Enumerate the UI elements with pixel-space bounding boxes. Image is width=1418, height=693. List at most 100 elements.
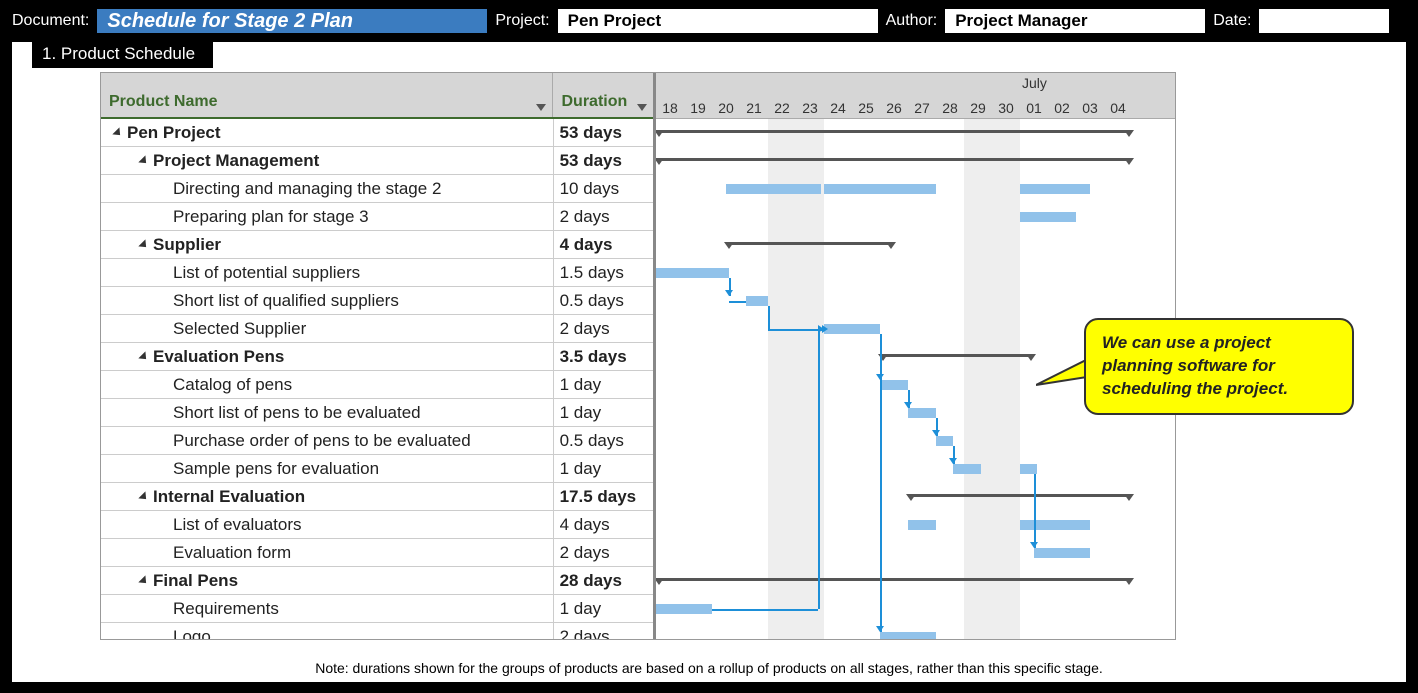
table-row[interactable]: Project Management 53 days	[101, 147, 653, 175]
day-cell: 25	[852, 100, 880, 116]
task-duration: 2 days	[554, 315, 653, 342]
task-duration: 53 days	[554, 147, 653, 174]
task-header: Product Name Duration	[101, 73, 653, 119]
task-duration: 2 days	[554, 539, 653, 566]
task-pane: Product Name Duration Pen Project 53 days…	[101, 73, 656, 639]
collapse-icon[interactable]	[138, 491, 149, 502]
task-duration: 53 days	[554, 119, 653, 146]
summary-bar[interactable]	[726, 242, 894, 245]
table-row[interactable]: Internal Evaluation 17.5 days	[101, 483, 653, 511]
table-row[interactable]: Final Pens 28 days	[101, 567, 653, 595]
task-bar[interactable]	[1034, 548, 1090, 558]
summary-bar[interactable]	[656, 158, 1132, 161]
task-bar[interactable]	[824, 184, 936, 194]
task-bar[interactable]	[656, 604, 712, 614]
day-cell: 02	[1048, 100, 1076, 116]
task-duration: 28 days	[554, 567, 653, 594]
dropdown-icon[interactable]	[637, 104, 647, 111]
day-cell: 27	[908, 100, 936, 116]
table-row[interactable]: Evaluation Pens 3.5 days	[101, 343, 653, 371]
table-row[interactable]: Short list of pens to be evaluated1 day	[101, 399, 653, 427]
table-row[interactable]: Logo2 days	[101, 623, 653, 639]
task-name: Final Pens	[153, 571, 238, 591]
task-bar[interactable]	[880, 632, 936, 639]
task-bar[interactable]	[1020, 464, 1037, 474]
task-duration: 1.5 days	[554, 259, 653, 286]
gantt-header: July 1819202122232425262728293001020304	[656, 73, 1175, 119]
task-bar[interactable]	[908, 520, 936, 530]
task-bar[interactable]	[880, 380, 908, 390]
collapse-icon[interactable]	[112, 127, 123, 138]
task-duration: 17.5 days	[554, 483, 653, 510]
task-duration: 4 days	[554, 231, 653, 258]
task-name: Supplier	[153, 235, 221, 255]
content-area: 1. Product Schedule Product Name Duratio…	[12, 42, 1406, 682]
summary-bar[interactable]	[880, 354, 1034, 357]
task-name: Purchase order of pens to be evaluated	[173, 431, 471, 451]
table-row[interactable]: Pen Project 53 days	[101, 119, 653, 147]
day-cell: 28	[936, 100, 964, 116]
task-name: Requirements	[173, 599, 279, 619]
summary-bar[interactable]	[908, 494, 1132, 497]
page-frame: Document: Schedule for Stage 2 Plan Proj…	[0, 0, 1418, 693]
task-duration: 1 day	[554, 595, 653, 622]
task-name: Evaluation Pens	[153, 347, 284, 367]
day-cell: 30	[992, 100, 1020, 116]
table-row[interactable]: Evaluation form 2 days	[101, 539, 653, 567]
task-duration: 4 days	[554, 511, 653, 538]
project-label: Project:	[495, 12, 549, 30]
date-field[interactable]	[1259, 9, 1389, 33]
table-row[interactable]: Requirements 1 day	[101, 595, 653, 623]
task-bar[interactable]	[1020, 212, 1076, 222]
meta-bar: Document: Schedule for Stage 2 Plan Proj…	[6, 6, 1412, 36]
task-bar[interactable]	[908, 408, 936, 418]
project-field[interactable]: Pen Project	[558, 9, 878, 33]
summary-bar[interactable]	[656, 578, 1132, 581]
collapse-icon[interactable]	[138, 155, 149, 166]
task-duration: 2 days	[554, 623, 653, 639]
task-name: List of evaluators	[173, 515, 302, 535]
task-name: Pen Project	[127, 123, 221, 143]
task-bar[interactable]	[824, 324, 880, 334]
column-product-name-label: Product Name	[109, 93, 217, 111]
task-duration: 3.5 days	[554, 343, 653, 370]
task-bar[interactable]	[953, 464, 981, 474]
column-duration[interactable]: Duration	[553, 73, 653, 117]
task-name: Internal Evaluation	[153, 487, 305, 507]
table-row[interactable]: Directing and managing the stage 210 day…	[101, 175, 653, 203]
day-cell: 24	[824, 100, 852, 116]
author-field[interactable]: Project Manager	[945, 9, 1205, 33]
task-bar[interactable]	[936, 436, 953, 446]
day-cell: 03	[1076, 100, 1104, 116]
task-bar[interactable]	[746, 296, 768, 306]
collapse-icon[interactable]	[138, 239, 149, 250]
summary-bar[interactable]	[656, 130, 1132, 133]
task-name: Sample pens for evaluation	[173, 459, 379, 479]
task-name: Evaluation form	[173, 543, 291, 563]
task-name: Project Management	[153, 151, 319, 171]
task-bar[interactable]	[656, 268, 729, 278]
task-duration: 1 day	[554, 371, 653, 398]
table-row[interactable]: Sample pens for evaluation 1 day	[101, 455, 653, 483]
task-name: Short list of qualified suppliers	[173, 291, 399, 311]
dropdown-icon[interactable]	[536, 104, 546, 111]
day-cell: 01	[1020, 100, 1048, 116]
task-duration: 10 days	[554, 175, 653, 202]
collapse-icon[interactable]	[138, 351, 149, 362]
task-bar[interactable]	[726, 184, 821, 194]
day-cell: 21	[740, 100, 768, 116]
table-row[interactable]: Short list of qualified suppliers0.5 day…	[101, 287, 653, 315]
column-product-name[interactable]: Product Name	[101, 73, 553, 117]
table-row[interactable]: Preparing plan for stage 32 days	[101, 203, 653, 231]
document-field[interactable]: Schedule for Stage 2 Plan	[97, 9, 487, 33]
table-row[interactable]: List of potential suppliers1.5 days	[101, 259, 653, 287]
collapse-icon[interactable]	[138, 575, 149, 586]
table-row[interactable]: Selected Supplier2 days	[101, 315, 653, 343]
task-duration: 1 day	[554, 455, 653, 482]
table-row[interactable]: List of evaluators 4 days	[101, 511, 653, 539]
task-bar[interactable]	[1020, 520, 1090, 530]
task-bar[interactable]	[1020, 184, 1090, 194]
table-row[interactable]: Purchase order of pens to be evaluated0.…	[101, 427, 653, 455]
table-row[interactable]: Catalog of pens1 day	[101, 371, 653, 399]
table-row[interactable]: Supplier 4 days	[101, 231, 653, 259]
